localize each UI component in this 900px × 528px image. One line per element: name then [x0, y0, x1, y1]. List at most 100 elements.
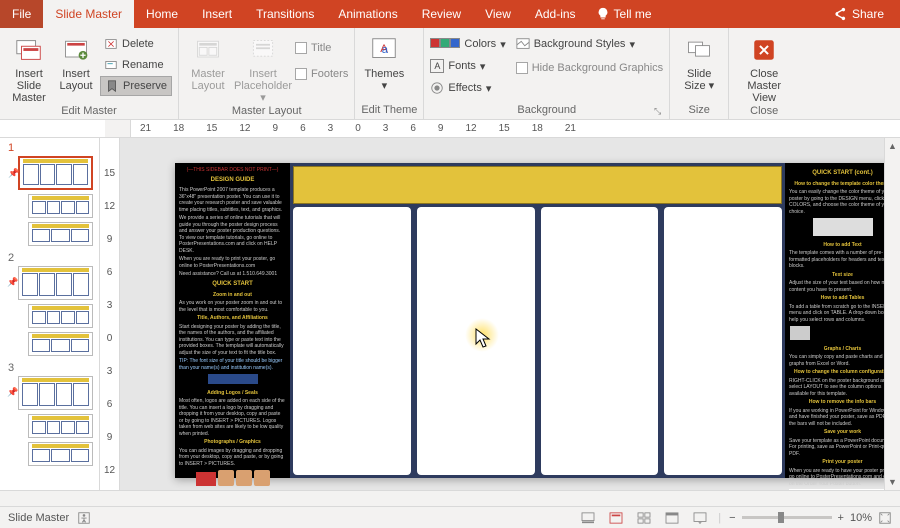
- dialog-launcher-icon[interactable]: ⤡: [654, 104, 661, 118]
- poster-column[interactable]: [541, 207, 659, 475]
- group-master-layout-label: Master Layout: [185, 104, 348, 119]
- tab-review[interactable]: Review: [410, 0, 473, 28]
- checkbox-icon: [295, 68, 307, 80]
- tell-me-label: Tell me: [614, 7, 652, 21]
- close-icon: [751, 37, 777, 63]
- insert-layout-button[interactable]: Insert Layout: [56, 32, 96, 92]
- layout-icon: [62, 36, 90, 64]
- checkbox-icon: [295, 42, 307, 54]
- thumb-number: 2: [4, 252, 95, 264]
- close-master-view-button[interactable]: Close Master View: [735, 32, 793, 104]
- zoom-slider[interactable]: [742, 516, 832, 519]
- tab-file[interactable]: File: [0, 0, 43, 28]
- share-label: Share: [852, 7, 884, 21]
- insert-placeholder-button: Insert Placeholder ▾: [235, 32, 291, 104]
- rename-icon: [104, 58, 118, 72]
- delete-icon: [104, 37, 118, 51]
- insert-slide-master-button[interactable]: Insert Slide Master: [6, 32, 52, 104]
- poster-column[interactable]: [664, 207, 782, 475]
- notes-button[interactable]: [578, 510, 598, 526]
- master-layout-button: Master Layout: [185, 32, 231, 92]
- scrollbar-vertical[interactable]: ▲ ▼: [884, 138, 900, 490]
- master-layout-icon: [194, 36, 222, 64]
- normal-view-button[interactable]: [606, 510, 626, 526]
- poster-right-sidebar: QUICK START (cont.) How to change the te…: [785, 163, 884, 478]
- placeholder-icon: [249, 36, 277, 64]
- group-edit-master-label: Edit Master: [6, 104, 172, 119]
- group-close-label: Close: [735, 104, 793, 119]
- delete-button[interactable]: Delete: [100, 34, 172, 54]
- fonts-dropdown[interactable]: AFonts ▾: [430, 56, 505, 76]
- themes-button[interactable]: Aa Themes▾: [361, 32, 407, 92]
- slide-master-icon: [14, 35, 44, 65]
- share-icon: [832, 7, 846, 21]
- hide-bg-checkbox[interactable]: Hide Background Graphics: [516, 58, 663, 78]
- poster-title-bar[interactable]: [293, 166, 782, 204]
- bulb-icon: [596, 7, 610, 21]
- thumbnail-layout-1a[interactable]: [28, 194, 93, 218]
- group-background-label: Background⤡: [430, 103, 663, 119]
- accessibility-icon[interactable]: [77, 511, 91, 525]
- scrollbar-horizontal[interactable]: [0, 490, 900, 506]
- thumb-number: 3: [4, 362, 95, 374]
- ruler-vertical: 151296303691215: [100, 138, 120, 490]
- pin-icon: 📌: [7, 387, 18, 398]
- poster-left-sidebar: (—THIS SIDEBAR DOES NOT PRINT—) DESIGN G…: [175, 163, 290, 478]
- poster-column[interactable]: [417, 207, 535, 475]
- bg-styles-icon: [516, 37, 530, 51]
- preserve-button[interactable]: Preserve: [100, 76, 172, 96]
- footers-checkbox[interactable]: Footers: [295, 64, 348, 84]
- zoom-level[interactable]: 10%: [850, 512, 872, 524]
- group-size-label: Size: [676, 103, 722, 119]
- zoom-out-button[interactable]: −: [729, 512, 735, 524]
- fit-to-window-button[interactable]: [878, 511, 892, 525]
- tell-me[interactable]: Tell me: [596, 0, 652, 28]
- thumbnail-layout-2a[interactable]: [28, 304, 93, 328]
- fonts-icon: A: [430, 59, 444, 73]
- slide-size-button[interactable]: Slide Size ▾: [676, 32, 722, 92]
- tab-view[interactable]: View: [473, 0, 523, 28]
- tab-animations[interactable]: Animations: [326, 0, 409, 28]
- pin-icon: 📌: [7, 277, 18, 288]
- effects-icon: [430, 81, 444, 95]
- thumbnail-layout-1b[interactable]: [28, 222, 93, 246]
- tab-home[interactable]: Home: [134, 0, 190, 28]
- rename-button[interactable]: Rename: [100, 55, 172, 75]
- poster-body[interactable]: [290, 163, 785, 478]
- slideshow-button[interactable]: [690, 510, 710, 526]
- background-styles-dropdown[interactable]: Background Styles ▾: [516, 34, 663, 54]
- tab-addins[interactable]: Add-ins: [523, 0, 588, 28]
- tab-slide-master[interactable]: Slide Master: [43, 0, 134, 28]
- sorter-view-button[interactable]: [634, 510, 654, 526]
- zoom-in-button[interactable]: +: [838, 512, 844, 524]
- slide[interactable]: (—THIS SIDEBAR DOES NOT PRINT—) DESIGN G…: [175, 163, 884, 478]
- thumb-number: 1: [4, 142, 95, 154]
- thumbnail-master-1[interactable]: 📌: [18, 156, 93, 190]
- thumbnail-layout-3b[interactable]: [28, 442, 93, 466]
- thumbnail-layout-3a[interactable]: [28, 414, 93, 438]
- pin-icon: 📌: [8, 168, 19, 179]
- thumbnail-master-3[interactable]: 📌: [18, 376, 93, 410]
- slide-canvas[interactable]: (—THIS SIDEBAR DOES NOT PRINT—) DESIGN G…: [120, 138, 884, 490]
- reading-view-button[interactable]: [662, 510, 682, 526]
- svg-text:a: a: [382, 44, 389, 56]
- tab-insert[interactable]: Insert: [190, 0, 244, 28]
- colors-icon: [430, 38, 460, 51]
- scroll-down-icon[interactable]: ▼: [885, 474, 900, 490]
- thumbnail-master-2[interactable]: 📌: [18, 266, 93, 300]
- checkbox-icon: [516, 62, 528, 74]
- group-edit-theme-label: Edit Theme: [361, 103, 417, 119]
- themes-icon: Aa: [369, 35, 399, 65]
- title-checkbox[interactable]: Title: [295, 38, 348, 58]
- ruler-horizontal: 21181512963036912151821: [0, 120, 900, 138]
- effects-dropdown[interactable]: Effects ▾: [430, 78, 505, 98]
- preserve-icon: [105, 79, 119, 93]
- tab-transitions[interactable]: Transitions: [244, 0, 326, 28]
- share-button[interactable]: Share: [832, 7, 884, 21]
- scroll-up-icon[interactable]: ▲: [885, 138, 900, 154]
- poster-column[interactable]: [293, 207, 411, 475]
- status-mode: Slide Master: [8, 512, 69, 524]
- thumbnail-layout-2b[interactable]: [28, 332, 93, 356]
- thumbnail-pane[interactable]: 1 📌 2 📌 3 📌: [0, 138, 100, 490]
- colors-dropdown[interactable]: Colors ▾: [430, 34, 505, 54]
